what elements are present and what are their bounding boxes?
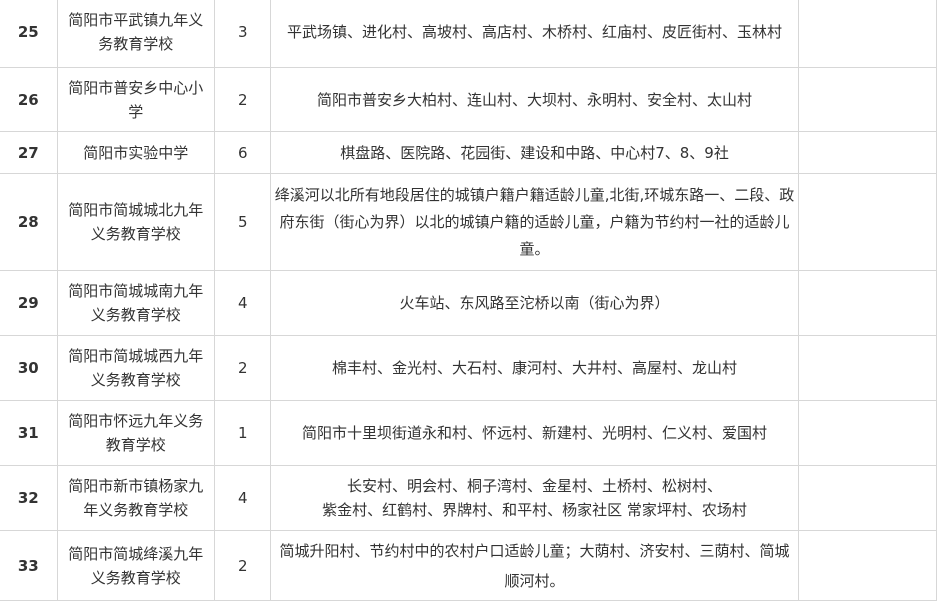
empty-cell	[797, 173, 938, 271]
enrollment-area: 简阳市十里坝街道永和村、怀远村、新建村、光明村、仁义村、爱国村	[270, 400, 799, 466]
enrollment-area: 简阳市普安乡大柏村、连山村、大坝村、永明村、安全村、太山村	[270, 67, 799, 132]
enrollment-area: 火车站、东风路至沱桥以南（街心为界）	[270, 270, 799, 336]
row-number: 26	[0, 67, 58, 132]
empty-cell	[797, 400, 938, 466]
row-number: 31	[0, 400, 58, 466]
table-row: 28 简阳市简城城北九年义务教育学校 5 绛溪河以北所有地段居住的城镇户籍户籍适…	[0, 173, 938, 271]
empty-cell	[797, 335, 938, 401]
class-count: 5	[213, 173, 272, 271]
table-row: 26 简阳市普安乡中心小学 2 简阳市普安乡大柏村、连山村、大坝村、永明村、安全…	[0, 67, 938, 132]
empty-cell	[797, 131, 938, 174]
table-row: 30 简阳市简城城西九年义务教育学校 2 棉丰村、金光村、大石村、康河村、大井村…	[0, 335, 938, 401]
school-name: 简阳市怀远九年义务教育学校	[56, 400, 215, 466]
school-district-table: 25 简阳市平武镇九年义务教育学校 3 平武场镇、进化村、高坡村、高店村、木桥村…	[0, 0, 938, 601]
row-number: 27	[0, 131, 58, 174]
class-count: 1	[213, 400, 272, 466]
enrollment-area: 简城升阳村、节约村中的农村户口适龄儿童；大荫村、济安村、三荫村、简城顺河村。	[270, 530, 799, 601]
enrollment-area: 棋盘路、医院路、花园街、建设和中路、中心村7、8、9社	[270, 131, 799, 174]
row-number: 32	[0, 465, 58, 531]
table-row: 25 简阳市平武镇九年义务教育学校 3 平武场镇、进化村、高坡村、高店村、木桥村…	[0, 0, 938, 68]
table-row: 29 简阳市简城城南九年义务教育学校 4 火车站、东风路至沱桥以南（街心为界）	[0, 270, 938, 336]
school-name: 简阳市简城城西九年义务教育学校	[56, 335, 215, 401]
row-number: 29	[0, 270, 58, 336]
class-count: 6	[213, 131, 272, 174]
table-row: 31 简阳市怀远九年义务教育学校 1 简阳市十里坝街道永和村、怀远村、新建村、光…	[0, 400, 938, 466]
school-name: 简阳市新市镇杨家九年义务教育学校	[56, 465, 215, 531]
school-name: 简阳市简城城南九年义务教育学校	[56, 270, 215, 336]
enrollment-area: 平武场镇、进化村、高坡村、高店村、木桥村、红庙村、皮匠街村、玉林村	[270, 0, 799, 68]
class-count: 2	[213, 67, 272, 132]
empty-cell	[797, 530, 938, 601]
class-count: 2	[213, 530, 272, 601]
class-count: 4	[213, 465, 272, 531]
table-row: 32 简阳市新市镇杨家九年义务教育学校 4 长安村、明会村、桐子湾村、金星村、土…	[0, 465, 938, 531]
school-name: 简阳市实验中学	[56, 131, 215, 174]
empty-cell	[797, 67, 938, 132]
enrollment-area: 棉丰村、金光村、大石村、康河村、大井村、高屋村、龙山村	[270, 335, 799, 401]
class-count: 3	[213, 0, 272, 68]
row-number: 30	[0, 335, 58, 401]
enrollment-area-line: 紫金村、红鹤村、界牌村、和平村、杨家社区 常家坪村、农场村	[322, 501, 747, 519]
class-count: 4	[213, 270, 272, 336]
row-number: 28	[0, 173, 58, 271]
school-name: 简阳市普安乡中心小学	[56, 67, 215, 132]
row-number: 25	[0, 0, 58, 68]
class-count: 2	[213, 335, 272, 401]
table-row: 33 简阳市简城绛溪九年义务教育学校 2 简城升阳村、节约村中的农村户口适龄儿童…	[0, 530, 938, 601]
table-row: 27 简阳市实验中学 6 棋盘路、医院路、花园街、建设和中路、中心村7、8、9社	[0, 131, 938, 174]
school-name: 简阳市简城城北九年义务教育学校	[56, 173, 215, 271]
empty-cell	[797, 465, 938, 531]
enrollment-area: 绛溪河以北所有地段居住的城镇户籍户籍适龄儿童,北街,环城东路一、二段、政府东街（…	[270, 173, 799, 271]
row-number: 33	[0, 530, 58, 601]
empty-cell	[797, 270, 938, 336]
school-name: 简阳市简城绛溪九年义务教育学校	[56, 530, 215, 601]
enrollment-area-line: 长安村、明会村、桐子湾村、金星村、土桥村、松树村、	[347, 477, 723, 495]
school-name: 简阳市平武镇九年义务教育学校	[56, 0, 215, 68]
empty-cell	[797, 0, 938, 68]
enrollment-area: 长安村、明会村、桐子湾村、金星村、土桥村、松树村、 紫金村、红鹤村、界牌村、和平…	[270, 465, 799, 531]
